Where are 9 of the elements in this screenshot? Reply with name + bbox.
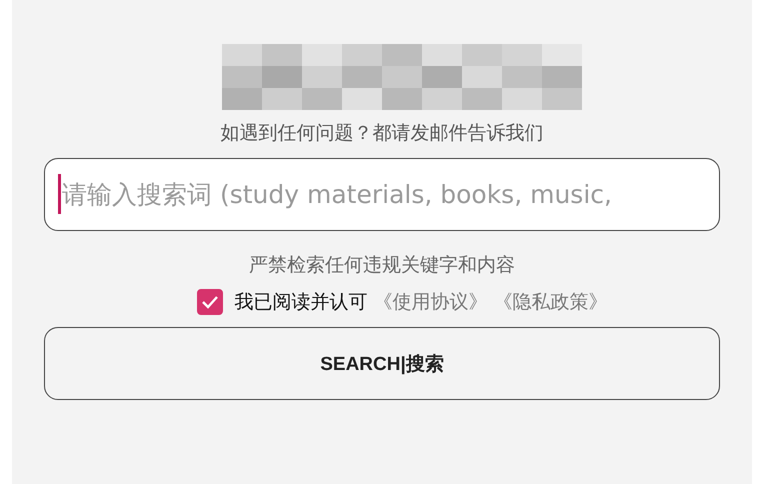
- agreement-label: 我已阅读并认可: [234, 290, 368, 315]
- contact-notice: 如遇到任何问题？都请发邮件告诉我们: [220, 121, 544, 146]
- check-icon: [200, 295, 218, 309]
- warning-text: 严禁检索任何违规关键字和内容: [249, 253, 515, 278]
- search-button[interactable]: SEARCH|搜索: [44, 327, 720, 400]
- agreement-checkbox[interactable]: [196, 289, 222, 315]
- policy-link[interactable]: 《使用协议》: [374, 289, 488, 315]
- policy-link[interactable]: 《隐私政策》: [494, 289, 608, 315]
- search-field[interactable]: 请输入搜索词 (study materials, books, music,: [44, 158, 720, 231]
